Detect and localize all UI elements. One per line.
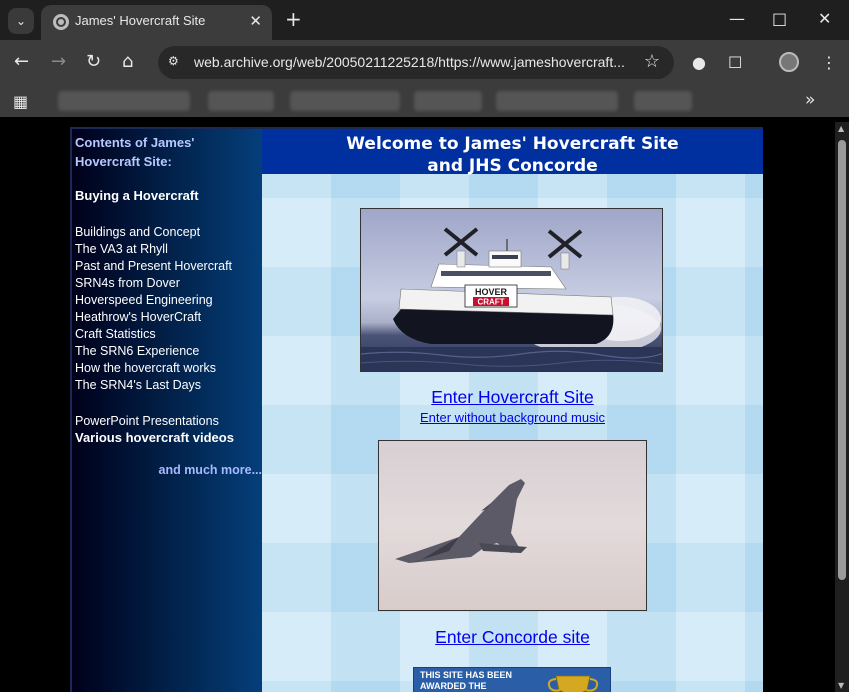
reload-icon[interactable]: ↻ [86, 52, 101, 72]
avatar[interactable] [779, 52, 799, 72]
address-bar[interactable]: ⚙ web.archive.org/web/20050211225218/htt… [158, 46, 674, 79]
page-viewport: Contents of James' Hovercraft Site: Buyi… [0, 122, 835, 692]
enter-no-music-link[interactable]: Enter without background music [262, 410, 763, 425]
plus-icon[interactable]: + [285, 9, 302, 29]
sidebar-item-engineering[interactable]: Hoverspeed Engineering [75, 293, 213, 307]
hover-logo-text: HOVER [475, 287, 508, 297]
sidebar-item-statistics[interactable]: Craft Statistics [75, 327, 156, 341]
home-icon[interactable]: ⌂ [122, 52, 133, 72]
hovercraft-illustration: HOVER CRAFT [361, 227, 662, 371]
navigation-toolbar: ← → ↻ ⌂ ⚙ web.archive.org/web/2005021122… [0, 40, 849, 85]
globe-icon [53, 14, 69, 30]
scrollbar[interactable]: ▲ ▼ [835, 122, 849, 692]
sidebar-item-past-present[interactable]: Past and Present Hovercraft [75, 259, 232, 273]
forward-icon[interactable]: → [51, 52, 66, 72]
active-tab[interactable]: James' Hovercraft Site ✕ [41, 5, 272, 40]
hovercraft-photo[interactable]: HOVER CRAFT [360, 208, 663, 372]
sidebar-item-buildings[interactable]: Buildings and Concept [75, 225, 200, 239]
tab-title: James' Hovercraft Site [75, 13, 206, 28]
star-icon[interactable]: ☆ [644, 51, 660, 72]
close-window-icon[interactable]: ✕ [818, 9, 831, 28]
page-title: Welcome to James' Hovercraft Site and JH… [262, 133, 763, 177]
sidebar-item-how-works[interactable]: How the hovercraft works [75, 361, 216, 375]
sidebar: Contents of James' Hovercraft Site: Buyi… [72, 129, 262, 692]
close-icon[interactable]: ✕ [249, 12, 262, 30]
award-text: THIS SITE HAS BEEN AWARDED THE [420, 670, 512, 692]
welcome-banner: Welcome to James' Hovercraft Site and JH… [262, 129, 763, 177]
award-line-1: THIS SITE HAS BEEN [420, 670, 513, 680]
enter-concorde-link[interactable]: Enter Concorde site [262, 627, 763, 648]
menu-icon[interactable]: ⋮ [821, 53, 837, 72]
bookmark-item[interactable] [634, 91, 692, 111]
sidebar-item-heathrow[interactable]: Heathrow's HoverCraft [75, 310, 201, 324]
award-badge[interactable]: THIS SITE HAS BEEN AWARDED THE [413, 667, 611, 692]
scroll-down-icon[interactable]: ▼ [838, 681, 844, 690]
back-icon[interactable]: ← [14, 52, 29, 72]
bookmarks-bar: ▦ » [0, 85, 849, 117]
extensions-icon[interactable]: ● [692, 53, 706, 72]
bookmark-item[interactable] [290, 91, 400, 111]
bookmark-item[interactable] [58, 91, 190, 111]
puzzle-icon[interactable]: ☐ [728, 53, 742, 72]
award-line-2: AWARDED THE [420, 681, 487, 691]
sidebar-item-videos[interactable]: Various hovercraft videos [75, 430, 234, 445]
scroll-up-icon[interactable]: ▲ [838, 124, 844, 133]
bookmark-item[interactable] [496, 91, 618, 111]
trophy-icon [547, 675, 599, 692]
sidebar-item-last-days[interactable]: The SRN4's Last Days [75, 378, 201, 392]
sidebar-item-powerpoint[interactable]: PowerPoint Presentations [75, 414, 219, 428]
sidebar-more-link[interactable]: and much more... [159, 463, 263, 477]
maximize-icon[interactable]: □ [772, 9, 787, 28]
title-line-2: and JHS Concorde [427, 156, 598, 176]
craft-logo-text: CRAFT [477, 298, 504, 307]
sidebar-item-srn6[interactable]: The SRN6 Experience [75, 344, 199, 358]
sidebar-item-va3[interactable]: The VA3 at Rhyll [75, 242, 168, 256]
enter-hovercraft-link[interactable]: Enter Hovercraft Site [262, 387, 763, 408]
sidebar-heading: Contents of James' Hovercraft Site: [75, 135, 195, 169]
site-info-icon[interactable]: ⚙ [168, 54, 184, 70]
apps-icon[interactable]: ▦ [13, 92, 28, 111]
scrollbar-thumb[interactable] [838, 140, 846, 580]
title-line-1: Welcome to James' Hovercraft Site [346, 134, 679, 154]
sidebar-item-buying[interactable]: Buying a Hovercraft [75, 188, 199, 203]
minimize-icon[interactable]: — [729, 9, 745, 28]
url-text[interactable]: web.archive.org/web/20050211225218/https… [194, 54, 632, 70]
main-content: Welcome to James' Hovercraft Site and JH… [262, 129, 763, 692]
concorde-photo[interactable] [378, 440, 647, 611]
bookmark-item[interactable] [208, 91, 274, 111]
bookmark-item[interactable] [414, 91, 482, 111]
site-frame: Contents of James' Hovercraft Site: Buyi… [70, 127, 763, 692]
tab-bar: ⌄ James' Hovercraft Site ✕ + — □ ✕ [0, 0, 849, 40]
concorde-illustration [395, 479, 527, 563]
sidebar-item-srn4s[interactable]: SRN4s from Dover [75, 276, 180, 290]
chevron-right-icon[interactable]: » [805, 90, 815, 110]
tab-search-icon[interactable]: ⌄ [8, 8, 34, 34]
